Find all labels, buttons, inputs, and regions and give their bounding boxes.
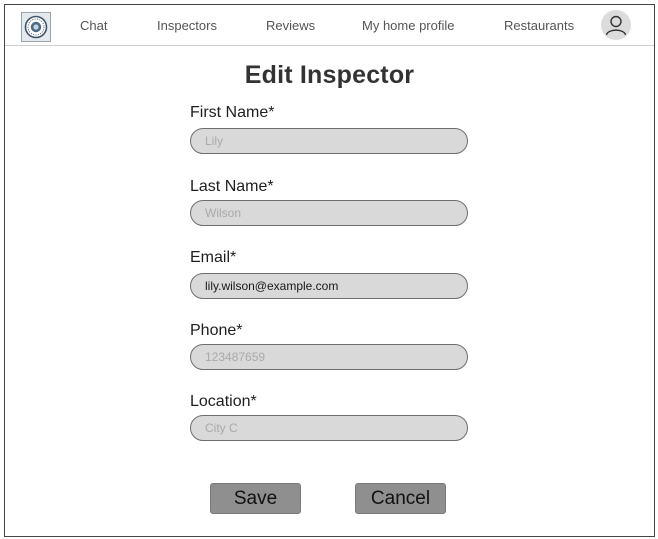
nav-link-chat[interactable]: Chat [80, 18, 107, 33]
phone-label: Phone* [190, 322, 243, 339]
phone-input[interactable] [190, 344, 468, 370]
location-label: Location* [190, 393, 257, 410]
last-name-label: Last Name* [190, 178, 274, 195]
page-title: Edit Inspector [244, 61, 415, 89]
nav-link-my-home-profile[interactable]: My home profile [362, 18, 454, 33]
user-icon [605, 15, 627, 36]
cancel-button[interactable]: Cancel [355, 483, 446, 514]
user-avatar[interactable] [601, 10, 631, 40]
badge-logo-icon[interactable] [21, 12, 51, 42]
save-button[interactable]: Save [210, 483, 301, 514]
email-input[interactable] [190, 273, 468, 299]
first-name-input[interactable] [190, 128, 468, 154]
first-name-label: First Name* [190, 104, 275, 121]
top-navbar: Chat Inspectors Reviews My home profile … [5, 5, 654, 46]
last-name-input[interactable] [190, 200, 468, 226]
nav-link-inspectors[interactable]: Inspectors [157, 18, 217, 33]
email-label: Email* [190, 249, 237, 266]
nav-link-reviews[interactable]: Reviews [266, 18, 315, 33]
app-window: Chat Inspectors Reviews My home profile … [4, 4, 655, 537]
nav-link-restaurants[interactable]: Restaurants [504, 18, 574, 33]
location-input[interactable] [190, 415, 468, 441]
